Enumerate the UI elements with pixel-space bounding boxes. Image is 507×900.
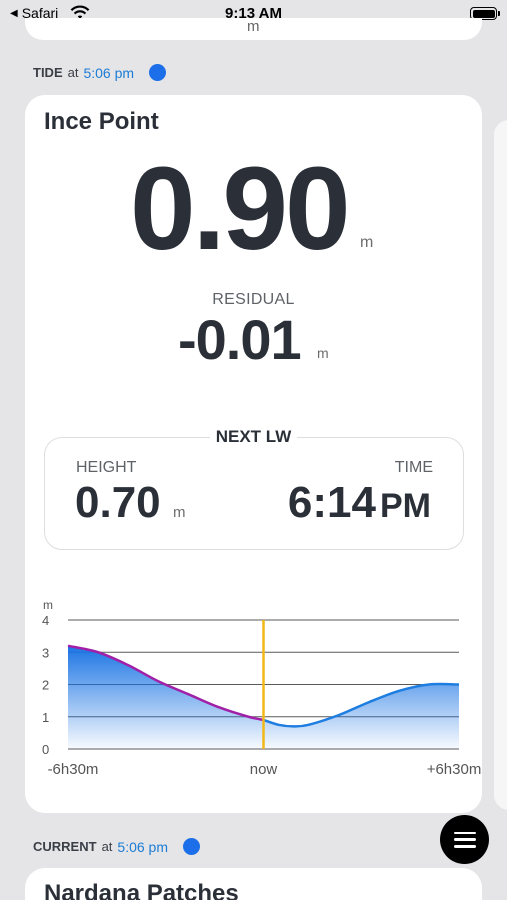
previous-card-unit: m [247, 18, 260, 35]
next-page-card[interactable] [494, 120, 507, 810]
lw-height-label: HEIGHT [76, 459, 137, 476]
current-indicator-icon [183, 838, 200, 855]
current-station-name: Nardana Patches [44, 880, 239, 900]
residual-value: -0.01 [178, 308, 302, 371]
back-arrow-icon: ◀ [10, 7, 18, 19]
next-lw-title-text: NEXT LW [209, 427, 298, 446]
tide-at-label: at [67, 65, 79, 80]
lw-time-value: 6:14 PM [288, 478, 431, 528]
residual-unit: m [317, 345, 329, 361]
station-name: Ince Point [44, 108, 159, 135]
lw-height-unit: m [173, 504, 186, 521]
menu-button[interactable] [440, 815, 489, 864]
lw-time-ampm: PM [380, 487, 431, 525]
current-at-label: at [101, 839, 113, 854]
tide-section-label: TIDE [33, 65, 63, 80]
current-card[interactable]: Nardana Patches [25, 868, 482, 900]
lw-height-value: 0.70 [75, 478, 161, 527]
tide-card[interactable]: Ince Point 0.90 m RESIDUAL -0.01 m NEXT … [25, 95, 482, 813]
tide-height-value: 0.90 [130, 143, 351, 275]
tide-section-header: TIDE at 5:06 pm [33, 64, 167, 81]
current-time-link[interactable]: 5:06 pm [117, 839, 168, 855]
residual-label: RESIDUAL [212, 291, 295, 308]
current-section-header: CURRENT at 5:06 pm [33, 838, 200, 855]
current-section-label: CURRENT [33, 839, 97, 854]
tide-time-link[interactable]: 5:06 pm [83, 65, 134, 81]
tide-height-unit: m [360, 234, 374, 251]
previous-card[interactable]: m [25, 18, 482, 40]
lw-time-label: TIME [394, 459, 433, 476]
menu-icon [453, 831, 476, 848]
next-lw-title: NEXT LW [25, 427, 482, 447]
live-indicator-icon [149, 64, 167, 81]
lw-time-digits: 6:14 [287, 478, 376, 527]
